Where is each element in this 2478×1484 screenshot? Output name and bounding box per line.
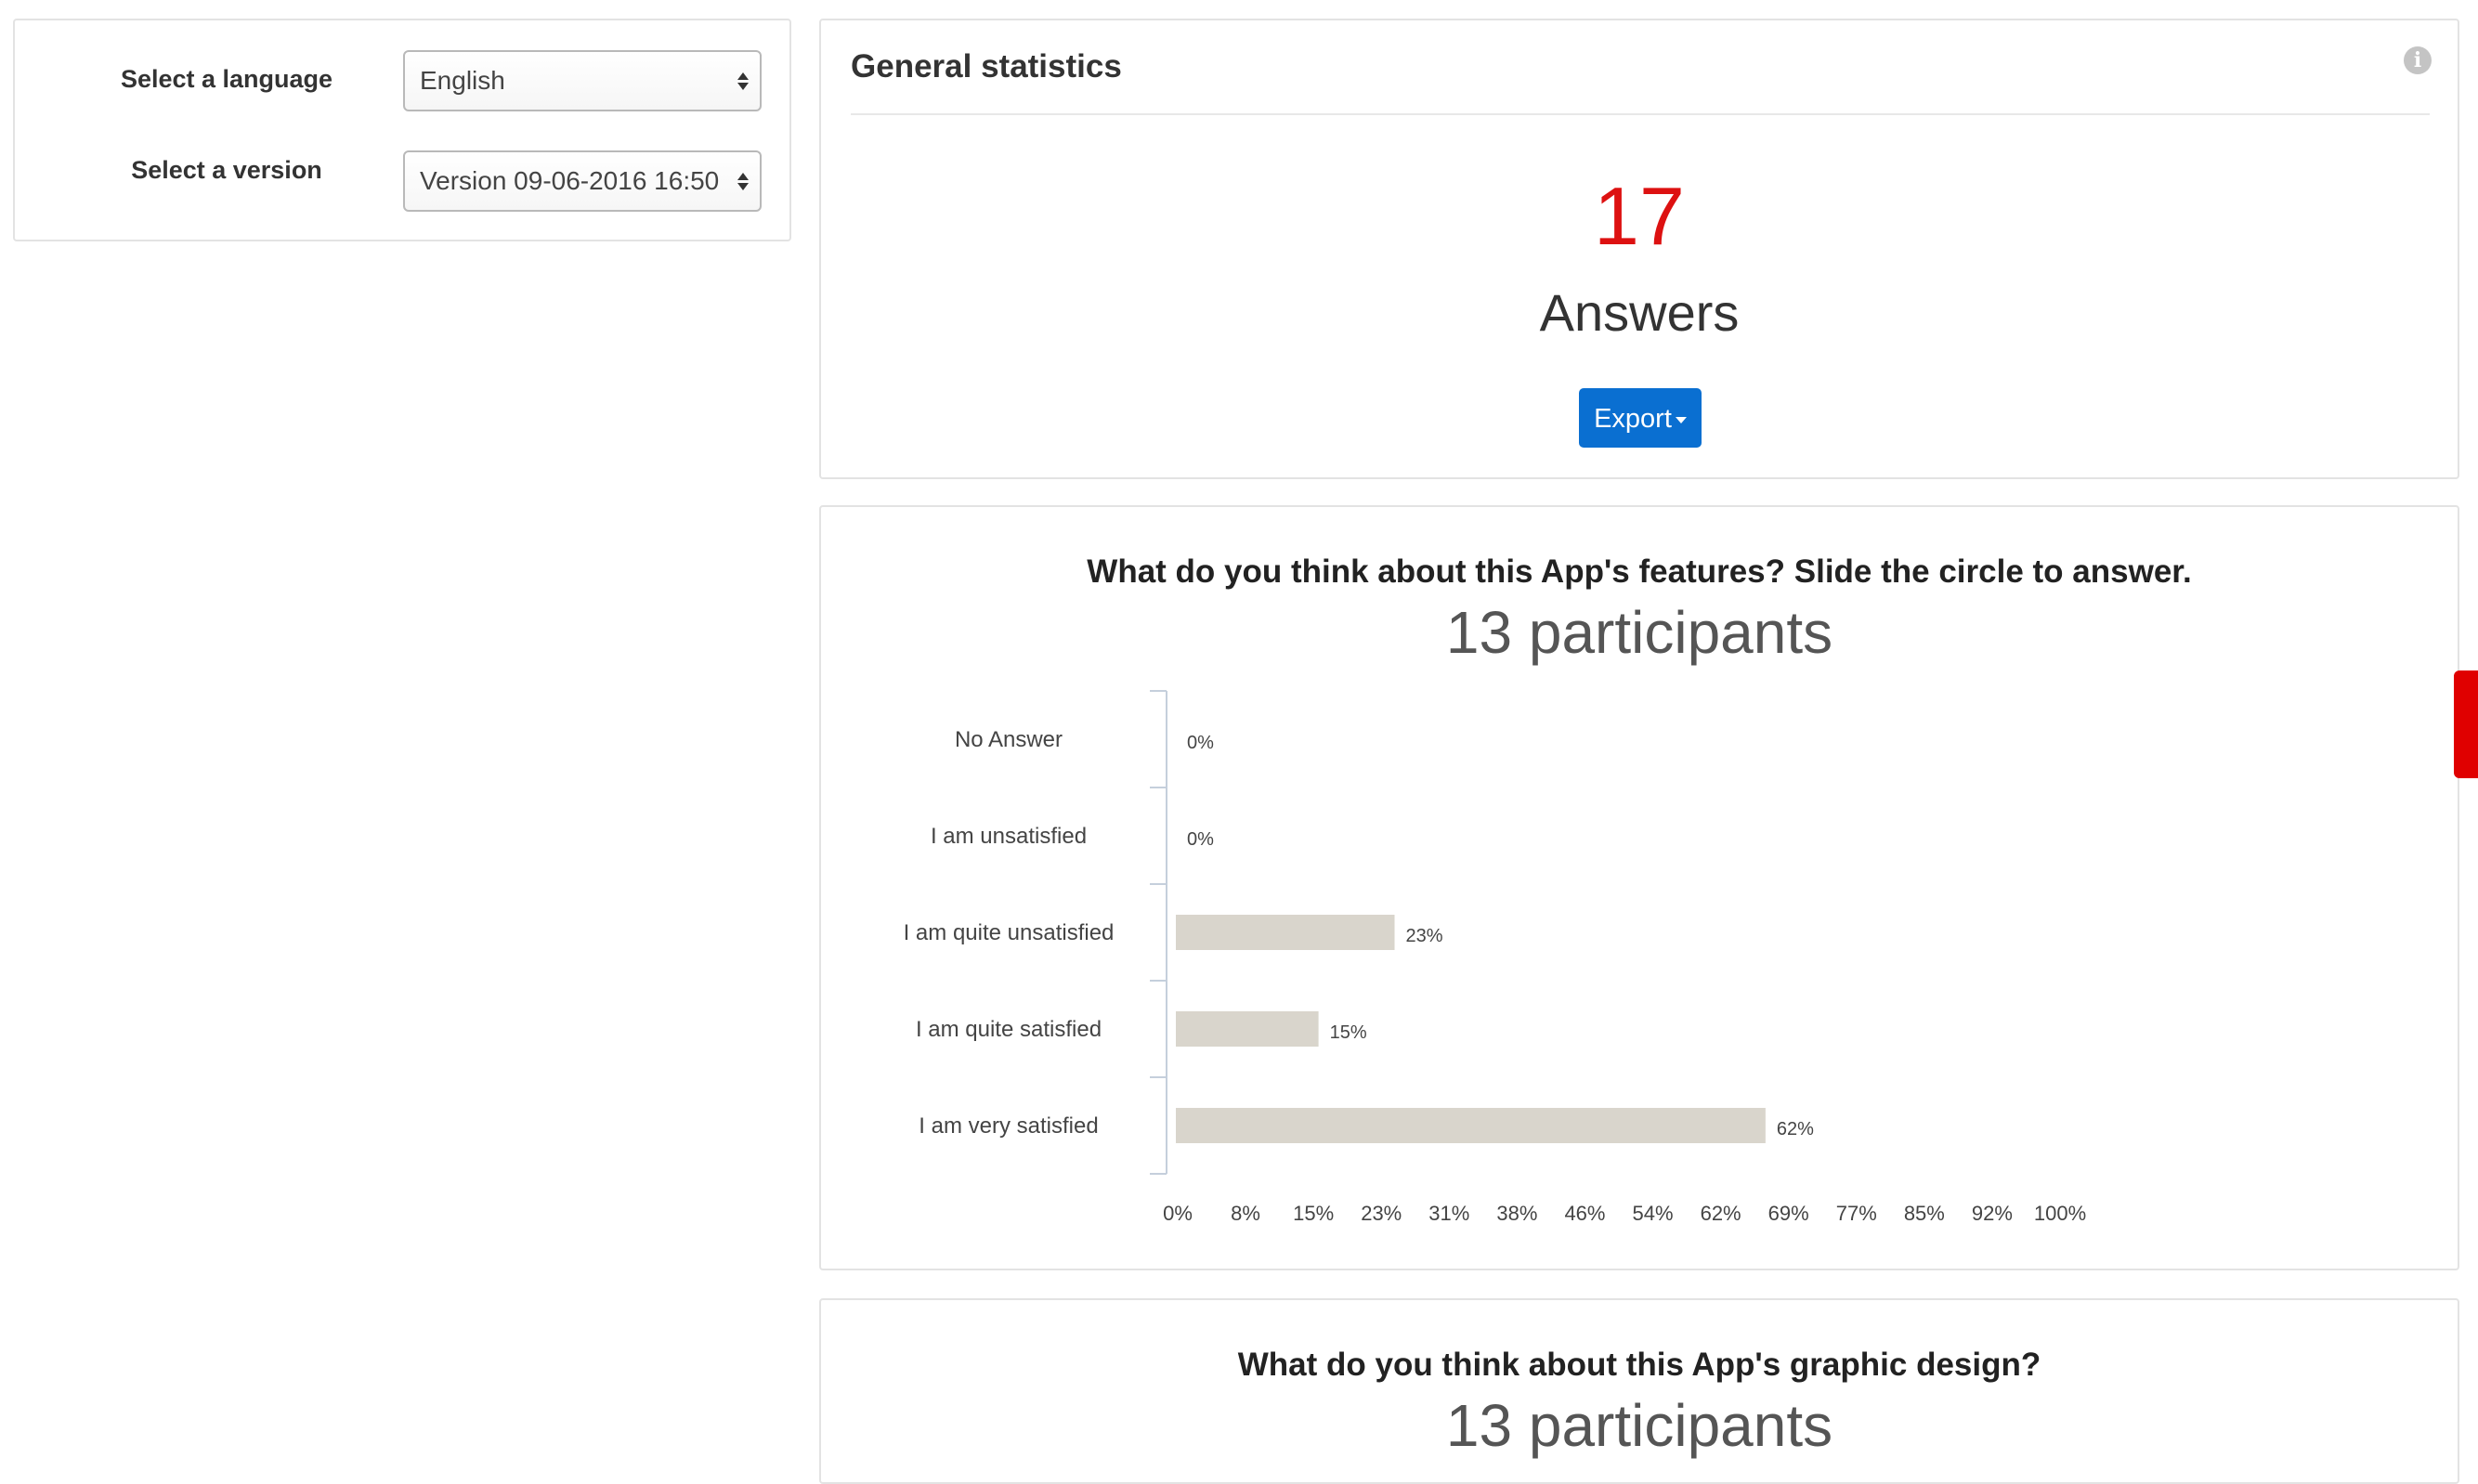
info-icon[interactable]: i: [2404, 46, 2432, 74]
select-arrows-icon: [736, 52, 750, 110]
version-label: Select a version: [131, 156, 322, 184]
version-select-value: Version 09-06-2016 16:50: [420, 166, 720, 195]
x-tick-label: 38%: [1496, 1202, 1537, 1225]
x-tick-label: 69%: [1768, 1202, 1809, 1225]
language-select[interactable]: English: [403, 50, 762, 111]
x-tick-label: 8%: [1231, 1202, 1260, 1225]
version-select[interactable]: Version 09-06-2016 16:50: [403, 150, 762, 212]
select-arrows-icon: [736, 152, 750, 210]
bar-value-label: 23%: [1406, 926, 1443, 946]
answers-label: Answers: [1539, 283, 1740, 342]
category-label: I am unsatisfied: [931, 824, 1087, 849]
participants-count: 13 participants: [1445, 1392, 1833, 1459]
bar-value-label: 15%: [1330, 1022, 1367, 1043]
x-tick-label: 0%: [1163, 1202, 1193, 1225]
bar: [1176, 1011, 1319, 1047]
export-button[interactable]: Export: [1579, 388, 1702, 448]
answers-count: 17: [1594, 170, 1685, 262]
question-panel-graphic-design: What do you think about this App's graph…: [819, 1298, 2459, 1484]
x-tick-label: 15%: [1293, 1202, 1334, 1225]
x-tick-label: 85%: [1904, 1202, 1945, 1225]
export-button-label: Export: [1594, 404, 1672, 434]
x-tick-label: 92%: [1972, 1202, 2013, 1225]
title-divider: [851, 113, 2430, 115]
x-tick-label: 54%: [1633, 1202, 1674, 1225]
x-tick-label: 77%: [1836, 1202, 1877, 1225]
x-tick-label: 23%: [1361, 1202, 1402, 1225]
category-label: I am quite satisfied: [916, 1017, 1102, 1042]
general-statistics-panel: General statistics i 17 Answers Export: [819, 19, 2459, 479]
bar-value-label: 62%: [1777, 1119, 1814, 1139]
category-label: I am very satisfied: [919, 1113, 1098, 1139]
x-tick-label: 100%: [2034, 1202, 2086, 1225]
language-select-value: English: [420, 66, 505, 95]
question-panel-features: What do you think about this App's featu…: [819, 505, 2459, 1270]
general-statistics-title: General statistics: [851, 48, 1122, 85]
x-tick-label: 31%: [1428, 1202, 1469, 1225]
x-tick-label: 62%: [1701, 1202, 1741, 1225]
language-label: Select a language: [120, 65, 333, 93]
feedback-side-tab[interactable]: [2454, 670, 2478, 778]
filter-panel: Select a language English Select a versi…: [13, 19, 791, 241]
category-label: I am quite unsatisfied: [904, 920, 1115, 945]
bar-value-label: 0%: [1187, 733, 1214, 753]
x-tick-label: 46%: [1564, 1202, 1605, 1225]
features-bar-chart: No Answer 0% I am unsatisfied 0% I am quite …: [904, 690, 2086, 1225]
question-title: What do you think about this App's graph…: [1237, 1347, 2041, 1383]
category-label: No Answer: [955, 727, 1063, 752]
caret-down-icon: [1675, 416, 1687, 423]
bar: [1176, 1108, 1766, 1143]
bar: [1176, 915, 1395, 950]
bar-value-label: 0%: [1187, 829, 1214, 850]
